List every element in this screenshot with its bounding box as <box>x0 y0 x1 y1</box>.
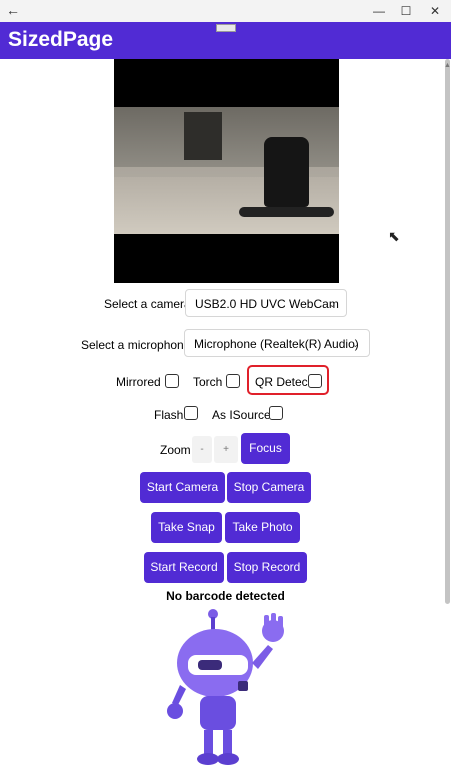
close-icon[interactable]: ✕ <box>421 1 449 21</box>
qr-detection-label: QR Detec. <box>255 375 312 389</box>
microphone-select[interactable]: Microphone (Realtek(R) Audio) ⌄ <box>184 329 370 357</box>
camera-select-label: Select a camera: <box>104 297 195 311</box>
barcode-status: No barcode detected <box>166 589 285 603</box>
zoom-decrease-button[interactable]: - <box>192 436 212 463</box>
vertical-scrollbar[interactable] <box>445 59 450 604</box>
stop-record-button[interactable]: Stop Record <box>227 552 307 583</box>
mouse-pointer-icon: ⬉ <box>388 228 400 244</box>
window-titlebar: ← — ☐ ✕ <box>0 0 451 22</box>
back-arrow-icon[interactable]: ← <box>6 2 20 18</box>
drag-handle-icon[interactable] <box>216 24 236 32</box>
camera-select[interactable]: USB2.0 HD UVC WebCam ⌄ <box>185 289 347 317</box>
torch-label: Torch <box>193 375 223 389</box>
start-record-button[interactable]: Start Record <box>144 552 224 583</box>
take-photo-button[interactable]: Take Photo <box>225 512 300 543</box>
flash-label: Flash <box>154 408 184 422</box>
minimize-icon[interactable]: — <box>365 1 393 21</box>
zoom-increase-button[interactable]: + <box>214 436 238 463</box>
chevron-down-icon: ⌄ <box>328 299 336 309</box>
scroll-up-icon[interactable]: ▲ <box>444 62 451 69</box>
camera-preview <box>114 59 339 283</box>
qr-detection-checkbox[interactable] <box>308 374 322 388</box>
flash-checkbox[interactable] <box>184 406 198 420</box>
page-title: SizedPage <box>8 28 114 51</box>
camera-frame-image <box>114 107 339 234</box>
start-camera-button[interactable]: Start Camera <box>140 472 225 503</box>
stop-camera-button[interactable]: Stop Camera <box>227 472 311 503</box>
dotnet-bot-image <box>167 609 284 765</box>
torch-checkbox[interactable] <box>226 374 240 388</box>
mirrored-label: Mirrored <box>116 375 161 389</box>
camera-select-value: USB2.0 HD UVC WebCam <box>195 297 339 311</box>
focus-button[interactable]: Focus <box>241 433 290 464</box>
maximize-icon[interactable]: ☐ <box>392 1 420 21</box>
mirrored-checkbox[interactable] <box>165 374 179 388</box>
as-isource-label: As ISource <box>212 408 271 422</box>
as-isource-checkbox[interactable] <box>269 406 283 420</box>
microphone-select-value: Microphone (Realtek(R) Audio) <box>194 337 359 351</box>
take-snap-button[interactable]: Take Snap <box>151 512 222 543</box>
zoom-label: Zoom <box>160 443 191 457</box>
microphone-select-label: Select a microphone: <box>81 338 194 352</box>
chevron-down-icon: ⌄ <box>351 339 359 349</box>
